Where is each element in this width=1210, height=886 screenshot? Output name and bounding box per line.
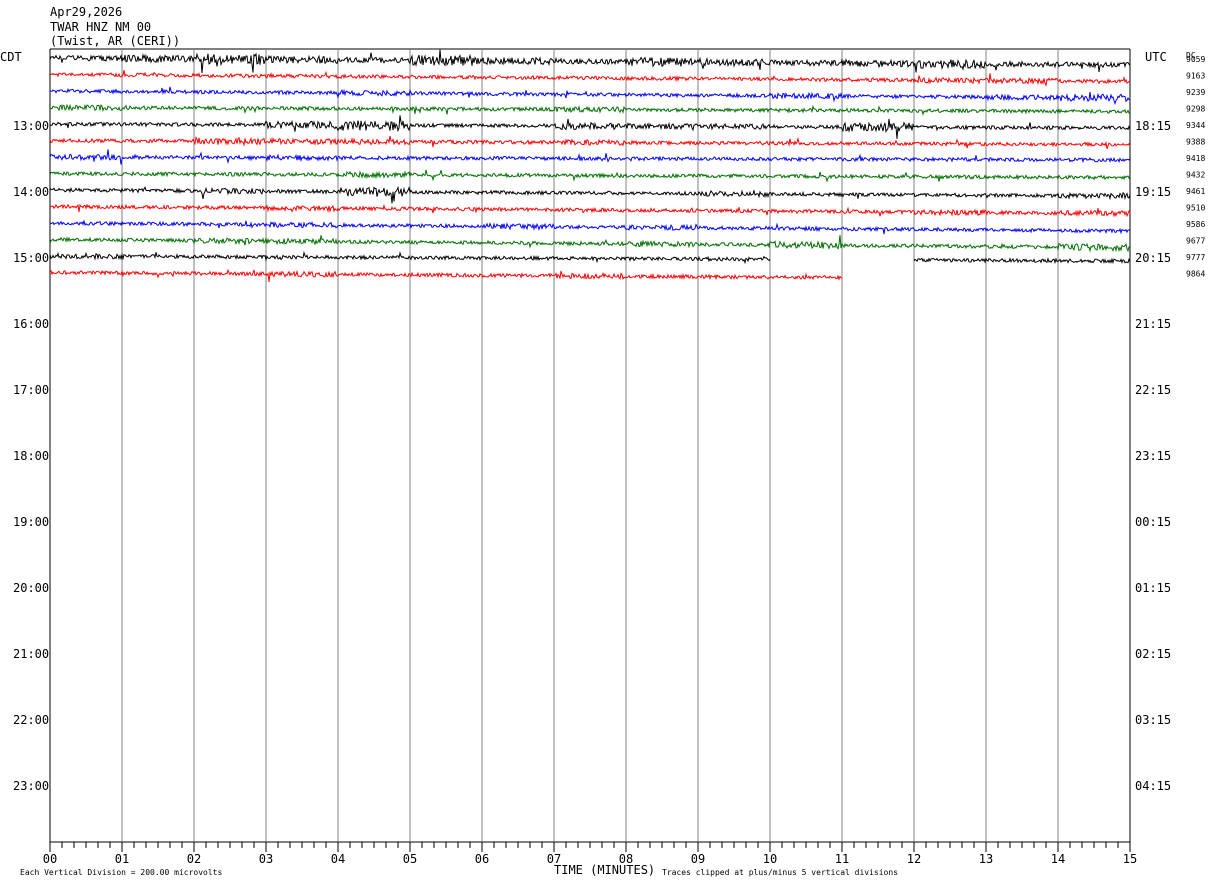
dc-value: 9418: [1186, 154, 1205, 163]
right-axis-title: UTC: [1145, 50, 1167, 64]
trace-line-6: [49, 135, 1131, 149]
right-hour-label: 00:15: [1135, 515, 1171, 529]
header-location: (Twist, AR (CERI)): [50, 34, 180, 48]
x-tick-label: 05: [403, 852, 417, 866]
left-hour-labels: 13:00 14:00 15:00 16:00 17:00 18:00 19:00 20:00…: [13, 119, 49, 793]
clip-note: Traces clipped at plus/minus 5 vertical …: [662, 868, 898, 877]
dc-value: 9510: [1186, 204, 1205, 213]
left-axis-title: CDT: [0, 50, 22, 64]
x-tick-label: 12: [907, 852, 921, 866]
x-tick-label: 03: [259, 852, 273, 866]
trace-line-11: [50, 219, 1131, 235]
left-hour-label: 14:00: [13, 185, 49, 199]
left-hour-label: 17:00: [13, 383, 49, 397]
trace-line-9: [49, 185, 1131, 204]
header-station: TWAR HNZ NM 00: [50, 20, 151, 34]
right-hour-label: 19:15: [1135, 185, 1171, 199]
seismic-traces: [49, 49, 1131, 282]
x-tick-label: 15: [1123, 852, 1137, 866]
right-hour-label: 01:15: [1135, 581, 1171, 595]
trace-line-12: [49, 234, 1131, 253]
right-hour-label: 04:15: [1135, 779, 1171, 793]
minor-ticks: [49, 842, 1131, 852]
x-tick-label: 02: [187, 852, 201, 866]
right-hour-labels: 18:15 19:15 20:15 21:15 22:15 23:15 00:15 01:15…: [1135, 119, 1171, 793]
dc-value: 9677: [1186, 237, 1205, 246]
dc-value: 9864: [1186, 270, 1205, 279]
right-hour-label: 21:15: [1135, 317, 1171, 331]
left-hour-label: 18:00: [13, 449, 49, 463]
header-date: Apr29,2026: [50, 5, 122, 19]
trace-line-10: [49, 203, 1131, 218]
left-hour-label: 21:00: [13, 647, 49, 661]
trace-line-14: [49, 268, 843, 282]
right-hour-label: 03:15: [1135, 713, 1171, 727]
x-tick-label: 01: [115, 852, 129, 866]
right-hour-label: 23:15: [1135, 449, 1171, 463]
dc-value: 9059: [1186, 55, 1205, 64]
dc-value: 9388: [1186, 138, 1205, 147]
x-tick-label: 11: [835, 852, 849, 866]
minute-gridlines: [121, 49, 1059, 842]
dc-value: 9777: [1186, 253, 1205, 262]
x-tick-label: 10: [763, 852, 777, 866]
dc-value: 9298: [1186, 105, 1205, 114]
dc-value: 9344: [1186, 121, 1205, 130]
scale-note: Each Vertical Division = 200.00 microvol…: [20, 868, 222, 877]
left-hour-label: 22:00: [13, 713, 49, 727]
dc-value: 9163: [1186, 72, 1205, 81]
left-hour-label: 15:00: [13, 251, 49, 265]
trace-line-2: [49, 70, 1131, 87]
x-tick-label: 04: [331, 852, 345, 866]
x-axis-label: TIME (MINUTES): [554, 863, 655, 877]
x-tick-label: 09: [691, 852, 705, 866]
dc-value: 9239: [1186, 88, 1205, 97]
trace-line-1: [49, 49, 1131, 74]
helicorder-chart: Apr29,2026 TWAR HNZ NM 00 (Twist, AR (CE…: [0, 5, 1205, 877]
dc-value: 9432: [1186, 171, 1205, 180]
x-tick-label: 13: [979, 852, 993, 866]
right-hour-label: 20:15: [1135, 251, 1171, 265]
right-hour-label: 02:15: [1135, 647, 1171, 661]
trace-line-8: [49, 169, 1131, 183]
trace-line-4: [49, 103, 1131, 116]
left-hour-label: 20:00: [13, 581, 49, 595]
dc-value: 9461: [1186, 187, 1205, 196]
left-hour-label: 23:00: [13, 779, 49, 793]
x-tick-label: 14: [1051, 852, 1065, 866]
dc-value: 9586: [1186, 220, 1205, 229]
x-tick-label: 06: [475, 852, 489, 866]
trace-line-5: [49, 115, 1131, 139]
left-hour-label: 16:00: [13, 317, 49, 331]
left-hour-label: 13:00: [13, 119, 49, 133]
trace-line-3: [49, 86, 1131, 106]
trace-line-7: [49, 149, 1131, 165]
dc-values: 9059 9163 9239 9298 9344 9388 9418 9432 9461 9510…: [1186, 55, 1205, 279]
x-tick-label: 00: [43, 852, 57, 866]
left-hour-label: 19:00: [13, 515, 49, 529]
trace-line-13-resumed: [913, 257, 1131, 265]
right-hour-label: 22:15: [1135, 383, 1171, 397]
right-hour-label: 18:15: [1135, 119, 1171, 133]
